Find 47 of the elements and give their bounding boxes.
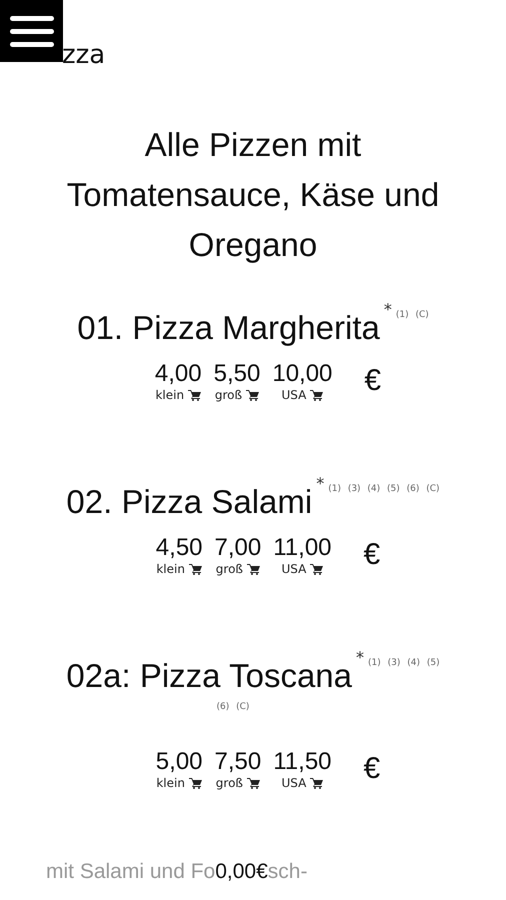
allergen-codes: (1) (C) <box>396 310 429 320</box>
allergen-codes: (1) (3) (4) (5) <box>368 658 440 668</box>
pizza-name: 01. Pizza Margherita <box>77 308 380 348</box>
cart-icon[interactable] <box>188 390 202 400</box>
price: 4,00 <box>154 360 202 388</box>
price: 7,50 <box>214 748 262 776</box>
pizza-name: 02. Pizza Salami <box>66 482 312 522</box>
cart-icon[interactable] <box>246 564 260 574</box>
cart-icon[interactable] <box>188 564 202 574</box>
cart-icon[interactable] <box>188 778 202 788</box>
cart-total: 0,00€ <box>215 860 268 884</box>
size-label: groß <box>216 562 243 576</box>
price: 10,00 <box>272 360 332 388</box>
allergen-codes: (6) (C) <box>216 702 250 712</box>
pizza-name: 02a: Pizza Toscana <box>66 656 352 696</box>
size-label: klein <box>155 388 184 402</box>
page-title: zza <box>62 42 106 68</box>
allergen-codes: (1) (3) (4) (5) (6) (C) <box>328 484 440 494</box>
menu-icon <box>10 14 54 48</box>
size-label: USA <box>281 776 306 790</box>
size-label: groß <box>216 776 243 790</box>
cart-icon[interactable] <box>310 390 324 400</box>
menu-intro: Alle Pizzen mit Tomatensauce, Käse und Oregano <box>66 125 440 265</box>
price: 5,00 <box>156 748 203 776</box>
currency-symbol: € <box>364 752 380 786</box>
menu-button[interactable] <box>0 0 63 62</box>
size-label: klein <box>156 562 185 576</box>
cart-icon[interactable] <box>310 778 324 788</box>
cart-icon[interactable] <box>246 390 260 400</box>
currency-symbol: € <box>364 364 382 398</box>
footnote-mark: * <box>316 474 324 493</box>
size-label: USA <box>281 388 306 402</box>
price: 5,50 <box>214 360 260 388</box>
cart-icon[interactable] <box>310 564 324 574</box>
price: 4,50 <box>156 534 203 562</box>
price: 7,00 <box>214 534 262 562</box>
footnote-mark: * <box>384 300 392 319</box>
size-label: klein <box>156 776 185 790</box>
footnote-mark: * <box>356 648 364 667</box>
currency-symbol: € <box>364 538 380 572</box>
price: 11,50 <box>273 748 332 776</box>
size-label: USA <box>281 562 306 576</box>
price: 11,00 <box>273 534 332 562</box>
pizza-description: mit Salami und Fo <box>46 860 216 884</box>
size-label: groß <box>214 388 242 402</box>
pizza-description: sch- <box>268 860 308 884</box>
cart-icon[interactable] <box>246 778 260 788</box>
